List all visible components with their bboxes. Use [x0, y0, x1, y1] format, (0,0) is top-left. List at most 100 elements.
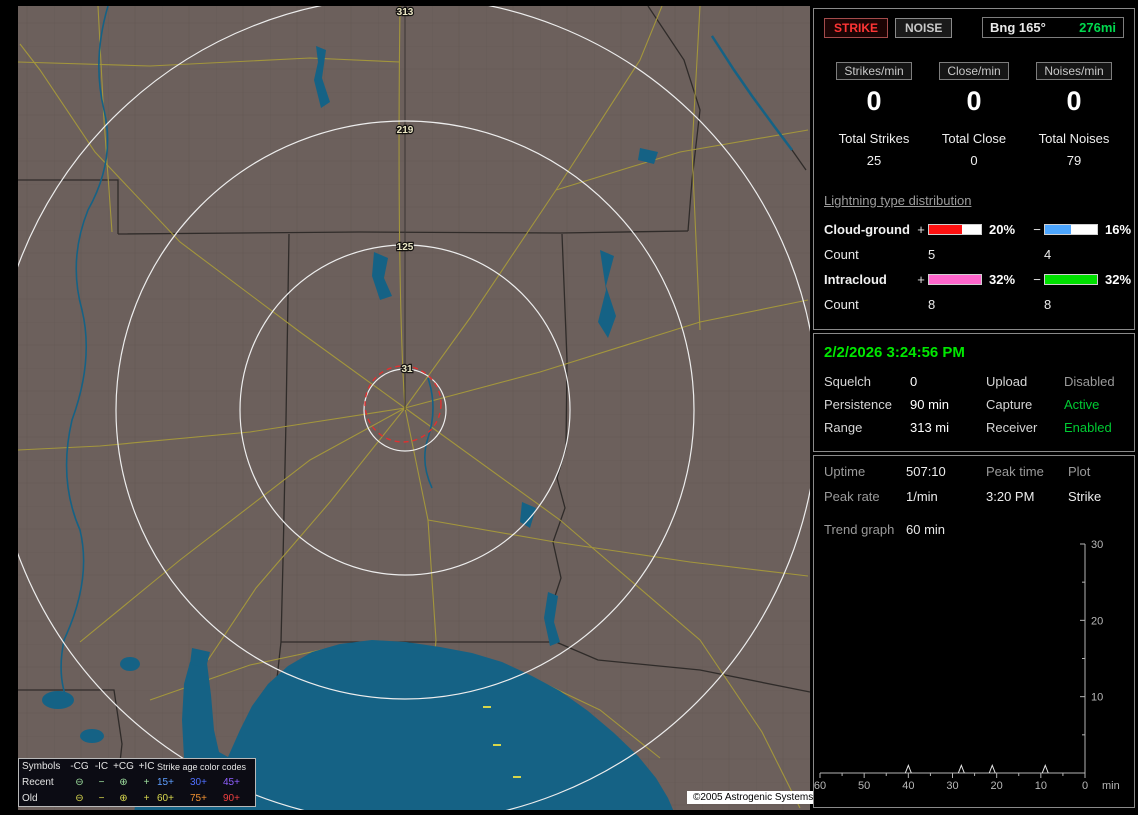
range-value: 313 mi	[910, 420, 950, 435]
svg-text:0: 0	[1082, 780, 1088, 792]
svg-text:30: 30	[1091, 540, 1103, 551]
range-label-31: 31	[401, 364, 413, 375]
trend-panel: Uptime 507:10 Peak time Plot Peak rate 1…	[813, 455, 1135, 808]
receiver-status: Enabled	[1064, 420, 1112, 435]
uptime-label: Uptime	[824, 464, 866, 479]
range-label-219: 219	[397, 125, 414, 136]
intracloud-plus-bar-fill	[929, 274, 981, 284]
total-noises-value: 79	[1066, 153, 1082, 168]
cloud-ground-count-row: Count 5 4	[824, 241, 1124, 267]
squelch-label: Squelch	[824, 374, 871, 389]
legend-age-75: 75+	[190, 793, 207, 804]
neg-ic-old-icon: −	[98, 793, 105, 804]
svg-text:30: 30	[946, 780, 958, 792]
intracloud-label: Intracloud	[824, 271, 887, 287]
noises-per-min-column: Noises/min 0 Total Noises 79	[1024, 62, 1124, 168]
svg-text:50: 50	[858, 780, 870, 792]
close-per-min-column: Close/min 0 Total Close 0	[924, 62, 1024, 168]
lightning-map[interactable]: 313 219 125 31	[0, 0, 812, 812]
trend-graph-window: 60 min	[906, 522, 946, 537]
capture-label: Capture	[986, 397, 1033, 412]
pos-cg-old-icon: ⊕	[119, 793, 128, 804]
upload-status: Disabled	[1064, 374, 1115, 389]
legend-header-neg-ic: -IC	[94, 761, 109, 772]
intracloud-minus-bar-fill	[1045, 274, 1097, 284]
strikes-per-min-value: 0	[866, 86, 882, 116]
symbol-legend: Symbols -CG -IC +CG +IC Strike age color…	[18, 758, 256, 807]
distribution-row-cloud-ground: Cloud-ground + 20% − 16%	[824, 217, 1131, 241]
squelch-value: 0	[910, 374, 918, 389]
total-strikes-label: Total Strikes	[838, 131, 910, 146]
cloud-ground-plus-bar	[928, 223, 982, 235]
neg-cg-old-icon: ⊖	[75, 793, 84, 804]
noises-per-min-value: 0	[1066, 86, 1082, 116]
range-label: Range	[824, 420, 863, 435]
uptime-value: 507:10	[906, 464, 946, 479]
intracloud-plus-pct: 32%	[989, 271, 1016, 287]
legend-row-old-label: Old	[22, 793, 38, 804]
radar-map-area[interactable]: 313 219 125 31 Symbols -CG -IC +CG +IC S…	[0, 0, 820, 812]
legend-age-title: Strike age color codes	[157, 762, 247, 772]
status-panel: 2/2/2026 3:24:56 PM Squelch 0 Upload Dis…	[813, 333, 1135, 452]
intracloud-minus-count: 8	[1044, 296, 1052, 312]
sidebar: STRIKE NOISE Bng 165° 276mi Strikes/min …	[813, 8, 1135, 808]
legend-age-90: 90+	[223, 793, 240, 804]
cloud-ground-label: Cloud-ground	[824, 221, 910, 237]
receiver-label: Receiver	[986, 420, 1038, 435]
bearing-readout: Bng 165° 276mi	[982, 17, 1124, 38]
bearing-label: Bng 165°	[990, 20, 1046, 35]
datetime-display: 2/2/2026 3:24:56 PM	[824, 344, 965, 361]
svg-text:10: 10	[1091, 692, 1103, 704]
capture-status: Active	[1064, 397, 1100, 412]
range-label-125: 125	[397, 242, 414, 253]
persistence-value: 90 min	[910, 397, 950, 412]
status-grid: Squelch 0 Upload Disabled Persistence 90…	[824, 374, 1124, 435]
pos-ic-old-icon: +	[143, 793, 150, 804]
svg-text:40: 40	[902, 780, 914, 792]
cloud-ground-minus-bar	[1044, 223, 1098, 235]
peak-rate-label: Peak rate	[824, 489, 880, 504]
cloud-ground-plus-pct: 20%	[989, 221, 1016, 237]
close-per-min-value: 0	[966, 86, 982, 116]
peak-rate-value: 1/min	[906, 489, 938, 504]
trend-graph-row: Trend graph 60 min	[824, 522, 1124, 537]
intracloud-minus-pct: 32%	[1105, 271, 1132, 287]
legend-age-45: 45+	[223, 777, 240, 788]
upload-label: Upload	[986, 374, 1028, 389]
cloud-ground-minus-pct: 16%	[1105, 221, 1132, 237]
noises-per-min-badge: Noises/min	[1036, 62, 1112, 80]
trend-graph-label: Trend graph	[824, 522, 895, 537]
minus-sign: −	[1033, 271, 1041, 287]
total-close-value: 0	[970, 153, 978, 168]
svg-text:20: 20	[991, 780, 1003, 792]
total-noises-label: Total Noises	[1038, 131, 1110, 146]
cloud-ground-minus-count: 4	[1044, 246, 1052, 262]
count-label: Count	[824, 296, 859, 312]
close-per-min-badge: Close/min	[939, 62, 1009, 80]
cloud-ground-plus-bar-fill	[929, 224, 962, 234]
legend-header-pos-cg: +CG	[113, 761, 134, 772]
trend-chart: 60 50 40 30 20 10 0 min 30 20 10	[814, 540, 1120, 792]
total-close-label: Total Close	[941, 131, 1007, 146]
neg-cg-recent-icon: ⊖	[75, 777, 84, 788]
strikes-per-min-column: Strikes/min 0 Total Strikes 25	[824, 62, 924, 168]
legend-row-recent-label: Recent	[22, 777, 54, 788]
noise-mode-button[interactable]: NOISE	[895, 17, 953, 38]
plus-sign: +	[917, 221, 925, 237]
intracloud-minus-bar	[1044, 273, 1098, 285]
trend-info-grid: Uptime 507:10 Peak time Plot Peak rate 1…	[824, 464, 1124, 504]
legend-header-pos-ic: +IC	[138, 761, 155, 772]
range-label-313: 313	[397, 7, 414, 18]
rate-counters: Strikes/min 0 Total Strikes 25 Close/min…	[824, 62, 1124, 168]
bearing-distance: 276mi	[1079, 20, 1116, 35]
peak-time-value: 3:20 PM	[986, 489, 1035, 504]
cloud-ground-plus-count: 5	[928, 246, 936, 262]
intracloud-plus-count: 8	[928, 296, 936, 312]
plus-sign: +	[917, 271, 925, 287]
svg-text:min: min	[1102, 780, 1120, 792]
legend-header-symbols: Symbols	[22, 761, 61, 772]
count-label: Count	[824, 246, 859, 262]
stats-panel: STRIKE NOISE Bng 165° 276mi Strikes/min …	[813, 8, 1135, 330]
minus-sign: −	[1033, 221, 1041, 237]
strike-mode-button[interactable]: STRIKE	[824, 17, 889, 38]
